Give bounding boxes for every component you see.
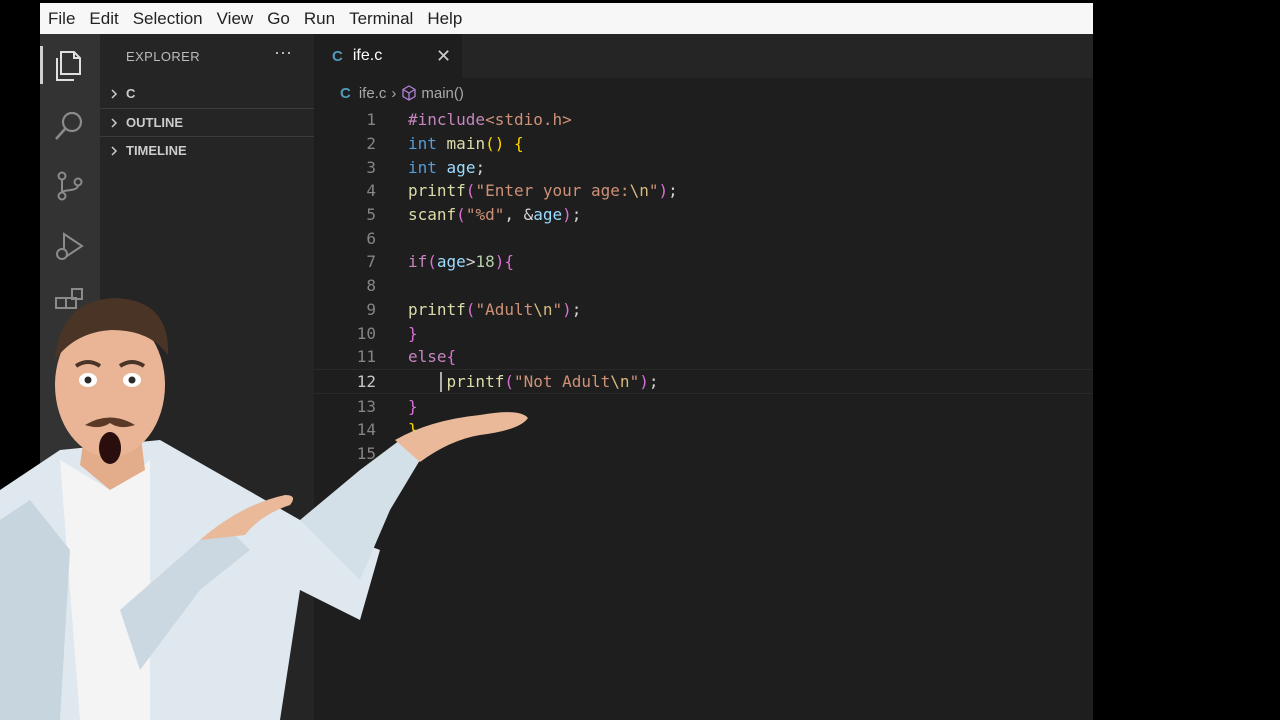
explorer-icon[interactable]: [52, 48, 88, 84]
section-timeline-label: TIMELINE: [126, 143, 187, 158]
code-line[interactable]: 2 int main() {: [314, 132, 1093, 156]
line-number: 2: [366, 134, 376, 154]
breadcrumb: C ife.c › main(): [340, 82, 464, 104]
search-icon[interactable]: [52, 108, 88, 144]
breadcrumb-file[interactable]: ife.c: [359, 85, 387, 102]
code-line[interactable]: 1 #include<stdio.h>: [314, 108, 1093, 132]
c-file-icon: C: [332, 47, 343, 65]
method-cube-icon: [402, 85, 417, 101]
line-number: 5: [366, 205, 376, 225]
source-control-icon[interactable]: [52, 168, 88, 204]
code-line[interactable]: 7 if(age>18){: [314, 250, 1093, 274]
line-number: 7: [366, 252, 376, 272]
section-c-label: C: [126, 86, 136, 101]
chevron-right-icon: [111, 88, 118, 99]
section-outline-label: OUTLINE: [126, 115, 184, 130]
code-line[interactable]: 4 printf("Enter your age:\n");: [314, 179, 1093, 203]
chevron-right-icon: [111, 117, 118, 128]
menu-edit[interactable]: Edit: [81, 9, 124, 29]
tab-ife-c[interactable]: C ife.c ✕: [314, 34, 462, 78]
menu-run[interactable]: Run: [296, 9, 341, 29]
line-number: 3: [366, 157, 376, 177]
presenter-overlay-image: [0, 298, 528, 720]
section-timeline[interactable]: TIMELINE: [100, 136, 314, 164]
code-line[interactable]: 3 int age;: [314, 155, 1093, 179]
breadcrumb-separator: ›: [391, 84, 397, 102]
line-number: 6: [366, 228, 376, 248]
menu-terminal[interactable]: Terminal: [341, 9, 419, 29]
line-number: 1: [366, 110, 376, 130]
code-line[interactable]: 6: [314, 226, 1093, 250]
section-c[interactable]: C: [100, 80, 314, 107]
code-text: #include<stdio.h>: [408, 110, 572, 130]
code-text: if(age>18){: [408, 252, 514, 272]
close-icon[interactable]: ✕: [436, 46, 451, 67]
video-frame: File Edit Selection View Go Run Terminal…: [0, 0, 1280, 720]
code-text: scanf("%d", &age);: [408, 205, 582, 225]
section-outline[interactable]: OUTLINE: [100, 108, 314, 136]
code-line[interactable]: 5 scanf("%d", &age);: [314, 203, 1093, 227]
active-indicator: [40, 46, 43, 84]
chevron-right-icon: [111, 145, 118, 156]
menu-file[interactable]: File: [40, 9, 81, 29]
code-text: int age;: [408, 157, 486, 177]
sidebar-title: EXPLORER: [126, 49, 201, 64]
tab-label: ife.c: [352, 47, 383, 64]
code-text: printf("Enter your age:\n");: [408, 181, 678, 201]
tab-bar: C ife.c ✕: [314, 34, 1093, 78]
menu-help[interactable]: Help: [419, 9, 468, 29]
menu-selection[interactable]: Selection: [125, 9, 209, 29]
menu-view[interactable]: View: [209, 9, 260, 29]
more-actions-icon[interactable]: ···: [274, 42, 292, 63]
menu-go[interactable]: Go: [259, 9, 296, 29]
line-number: 4: [366, 181, 376, 201]
run-debug-icon[interactable]: [52, 228, 88, 264]
menu-bar: File Edit Selection View Go Run Terminal…: [40, 3, 1093, 34]
code-text: int main() {: [408, 134, 524, 154]
breadcrumb-symbol[interactable]: main(): [421, 85, 464, 102]
c-file-icon: C: [340, 84, 351, 102]
